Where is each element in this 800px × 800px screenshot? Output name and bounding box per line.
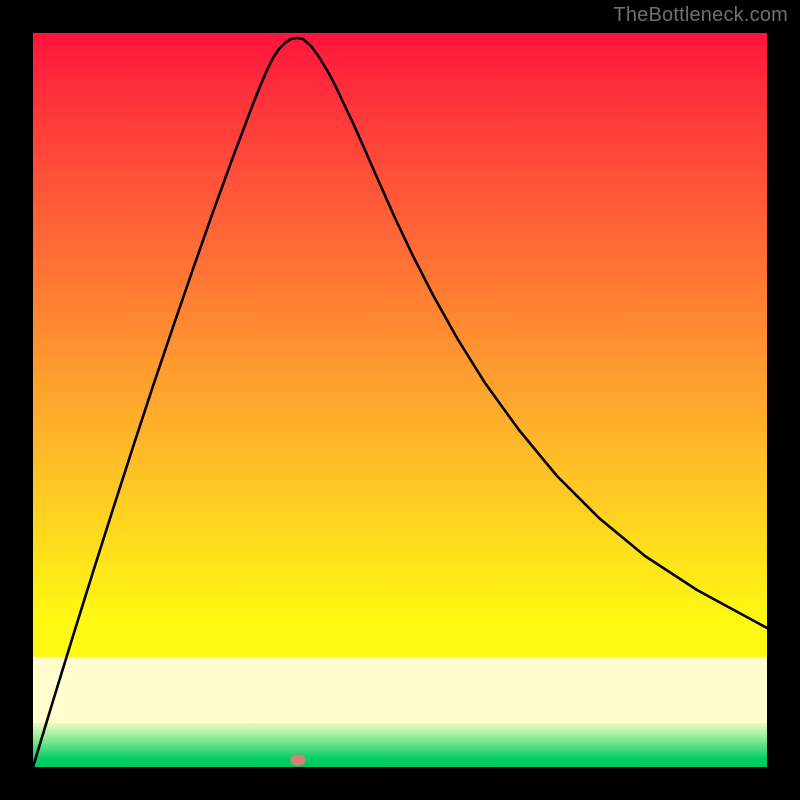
bottleneck-curve xyxy=(33,33,767,767)
watermark-text: TheBottleneck.com xyxy=(613,4,788,27)
plot-area xyxy=(33,33,767,767)
optimum-marker xyxy=(291,755,306,766)
chart-frame: TheBottleneck.com xyxy=(0,0,800,800)
